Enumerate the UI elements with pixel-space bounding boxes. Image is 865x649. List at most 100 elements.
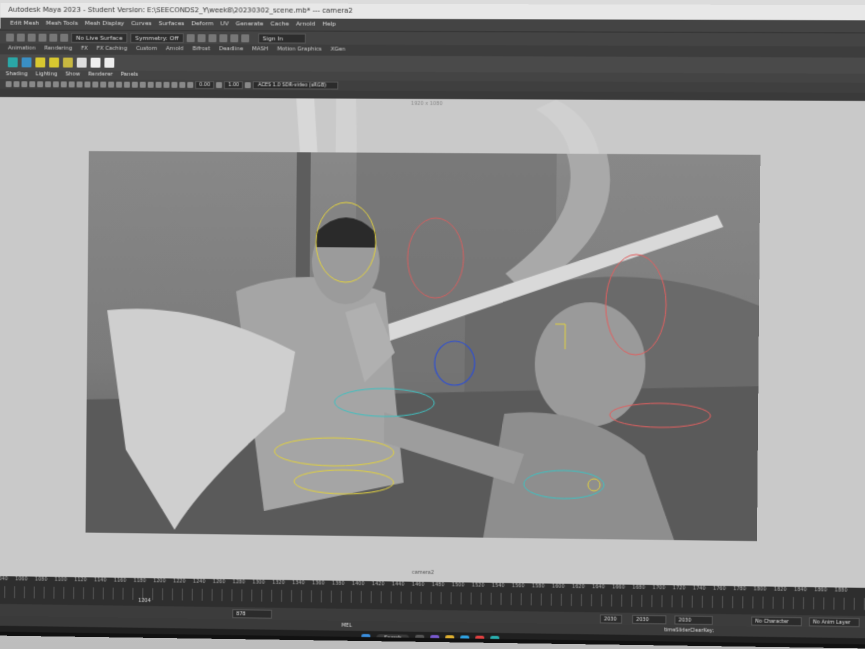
grid-icon[interactable] bbox=[21, 57, 32, 68]
script-language-label[interactable]: MEL bbox=[341, 621, 352, 631]
safe-action-icon[interactable] bbox=[76, 81, 83, 88]
field-chart-icon[interactable] bbox=[68, 81, 75, 88]
color-management-icon[interactable] bbox=[245, 82, 252, 89]
ipr-icon[interactable] bbox=[240, 33, 249, 42]
playback-end-field[interactable]: 2030 bbox=[674, 614, 713, 625]
motion-blur-icon[interactable] bbox=[147, 81, 154, 88]
exposure-icon[interactable] bbox=[187, 81, 194, 88]
snap-icon[interactable] bbox=[27, 33, 36, 42]
lights-icon[interactable] bbox=[123, 81, 130, 88]
panel-menu-shading[interactable]: Shading bbox=[6, 70, 28, 79]
light-icon[interactable] bbox=[76, 57, 87, 68]
tick-label: 1200 bbox=[153, 578, 166, 585]
character-set-dropdown[interactable]: No Character Set bbox=[751, 616, 802, 632]
panel-menu-lighting[interactable]: Lighting bbox=[36, 70, 58, 79]
menu-curves[interactable]: Curves bbox=[131, 18, 152, 30]
shelf-tab-mash[interactable]: MASH bbox=[252, 44, 268, 55]
select-camera-icon[interactable] bbox=[5, 81, 12, 88]
exposure-field[interactable]: 0.00 bbox=[195, 80, 215, 90]
gate-mask-icon[interactable] bbox=[60, 81, 67, 88]
command-feedback: timeSliderClearKey; bbox=[664, 627, 715, 635]
wireframe-icon[interactable] bbox=[92, 81, 99, 88]
viewport[interactable]: 1920 x 1080 camera2 bbox=[0, 97, 865, 588]
tick-label: 1100 bbox=[54, 576, 68, 584]
playblast-icon[interactable] bbox=[104, 57, 115, 68]
shelf-tab-custom[interactable]: Custom bbox=[136, 44, 157, 55]
default-material-icon[interactable] bbox=[108, 81, 115, 88]
panel-menu-panels[interactable]: Panels bbox=[121, 71, 139, 80]
shelf-tab-rendering[interactable]: Rendering bbox=[44, 44, 72, 55]
checker-icon[interactable] bbox=[49, 57, 60, 68]
menu-arnold[interactable]: Arnold bbox=[296, 19, 315, 31]
tick-label: 1260 bbox=[212, 579, 226, 586]
resolution-gate-icon[interactable] bbox=[52, 81, 59, 88]
snap-icon[interactable] bbox=[16, 33, 25, 42]
snap-icon[interactable] bbox=[60, 33, 69, 42]
tick-label: 1780 bbox=[733, 586, 747, 593]
render-icon[interactable] bbox=[218, 33, 227, 42]
panel-menu-renderer[interactable]: Renderer bbox=[88, 71, 113, 80]
shelf-tab-xgen[interactable]: XGen bbox=[330, 45, 345, 56]
snap-icon[interactable] bbox=[6, 33, 14, 42]
anim-layer-dropdown[interactable]: No Anim Layer bbox=[808, 616, 860, 627]
tick-label: 1860 bbox=[814, 587, 828, 594]
checker-icon[interactable] bbox=[35, 57, 46, 68]
image-plane-icon[interactable] bbox=[29, 81, 36, 88]
panel-menu-show[interactable]: Show bbox=[65, 71, 80, 80]
shelf-tab-animation[interactable]: Animation bbox=[8, 43, 36, 54]
camera-icon[interactable] bbox=[90, 57, 101, 68]
camera-attr-icon[interactable] bbox=[13, 81, 20, 88]
film-gate-icon[interactable] bbox=[45, 81, 51, 88]
snap-icon[interactable] bbox=[49, 33, 58, 42]
menu-surfaces[interactable]: Surfaces bbox=[159, 18, 185, 30]
range-end-field[interactable]: 2030 bbox=[599, 613, 623, 624]
render-icon[interactable] bbox=[197, 33, 206, 42]
snap-icon[interactable] bbox=[38, 33, 47, 42]
texture-icon[interactable] bbox=[62, 57, 73, 68]
shelf-tab-deadline[interactable]: Deadline bbox=[219, 44, 243, 55]
tick-label: 1600 bbox=[551, 583, 565, 590]
anim-end-field[interactable]: 2030 bbox=[632, 614, 667, 624]
shelf-tab-arnold[interactable]: Arnold bbox=[166, 44, 184, 55]
menu-mesh-display[interactable]: Mesh Display bbox=[85, 18, 124, 30]
menu-edit-mesh[interactable]: Edit Mesh bbox=[10, 18, 39, 30]
menu-cache[interactable]: Cache bbox=[270, 18, 289, 30]
range-start-field[interactable]: 878 bbox=[232, 608, 273, 619]
shelf-tab-motion-graphics[interactable]: Motion Graphics bbox=[277, 44, 322, 55]
render-icon[interactable] bbox=[186, 33, 195, 42]
tick-label: 1460 bbox=[411, 581, 425, 588]
grid-icon[interactable] bbox=[37, 81, 44, 88]
tick-label: 1380 bbox=[331, 580, 345, 587]
menu-deform[interactable]: Deform bbox=[191, 18, 213, 30]
cube-icon[interactable] bbox=[7, 57, 18, 68]
isolate-select-icon[interactable] bbox=[163, 81, 170, 88]
tick-label: 1420 bbox=[371, 581, 385, 588]
symmetry-dropdown[interactable]: Symmetry: Off bbox=[130, 32, 184, 43]
menu-mesh-tools[interactable]: Mesh Tools bbox=[46, 18, 78, 30]
render-icon[interactable] bbox=[208, 33, 217, 42]
menu-uv[interactable]: UV bbox=[220, 18, 229, 30]
gamma-field[interactable]: 1.00 bbox=[224, 81, 244, 90]
xray-joints-icon[interactable] bbox=[179, 81, 186, 88]
tick-label: 1480 bbox=[431, 581, 445, 589]
shadows-icon[interactable] bbox=[131, 81, 138, 88]
menu-help[interactable]: Help bbox=[322, 19, 336, 31]
live-surface-dropdown[interactable]: No Live Surface bbox=[71, 32, 128, 43]
shelf-tab-fx-caching[interactable]: FX Caching bbox=[97, 44, 128, 55]
xray-icon[interactable] bbox=[171, 81, 178, 88]
antialias-icon[interactable] bbox=[155, 81, 162, 88]
view-transform-dropdown[interactable]: ACES 1.0 SDR-video (sRGB) bbox=[252, 81, 339, 90]
sign-in-dropdown[interactable]: Sign In bbox=[257, 32, 306, 44]
bookmark-icon[interactable] bbox=[21, 81, 28, 88]
textured-icon[interactable] bbox=[116, 81, 123, 88]
shelf-tab-bifrost[interactable]: Bifrost bbox=[192, 44, 210, 55]
shelf-tab-fx[interactable]: FX bbox=[81, 44, 88, 55]
smooth-shade-icon[interactable] bbox=[100, 81, 107, 88]
menu-generate[interactable]: Generate bbox=[236, 18, 264, 30]
safe-title-icon[interactable] bbox=[84, 81, 91, 88]
tick-label: 1580 bbox=[531, 583, 545, 590]
ssao-icon[interactable] bbox=[139, 81, 146, 88]
gamma-icon[interactable] bbox=[216, 82, 223, 89]
tick-label: 1160 bbox=[113, 577, 127, 584]
render-icon[interactable] bbox=[229, 33, 238, 42]
